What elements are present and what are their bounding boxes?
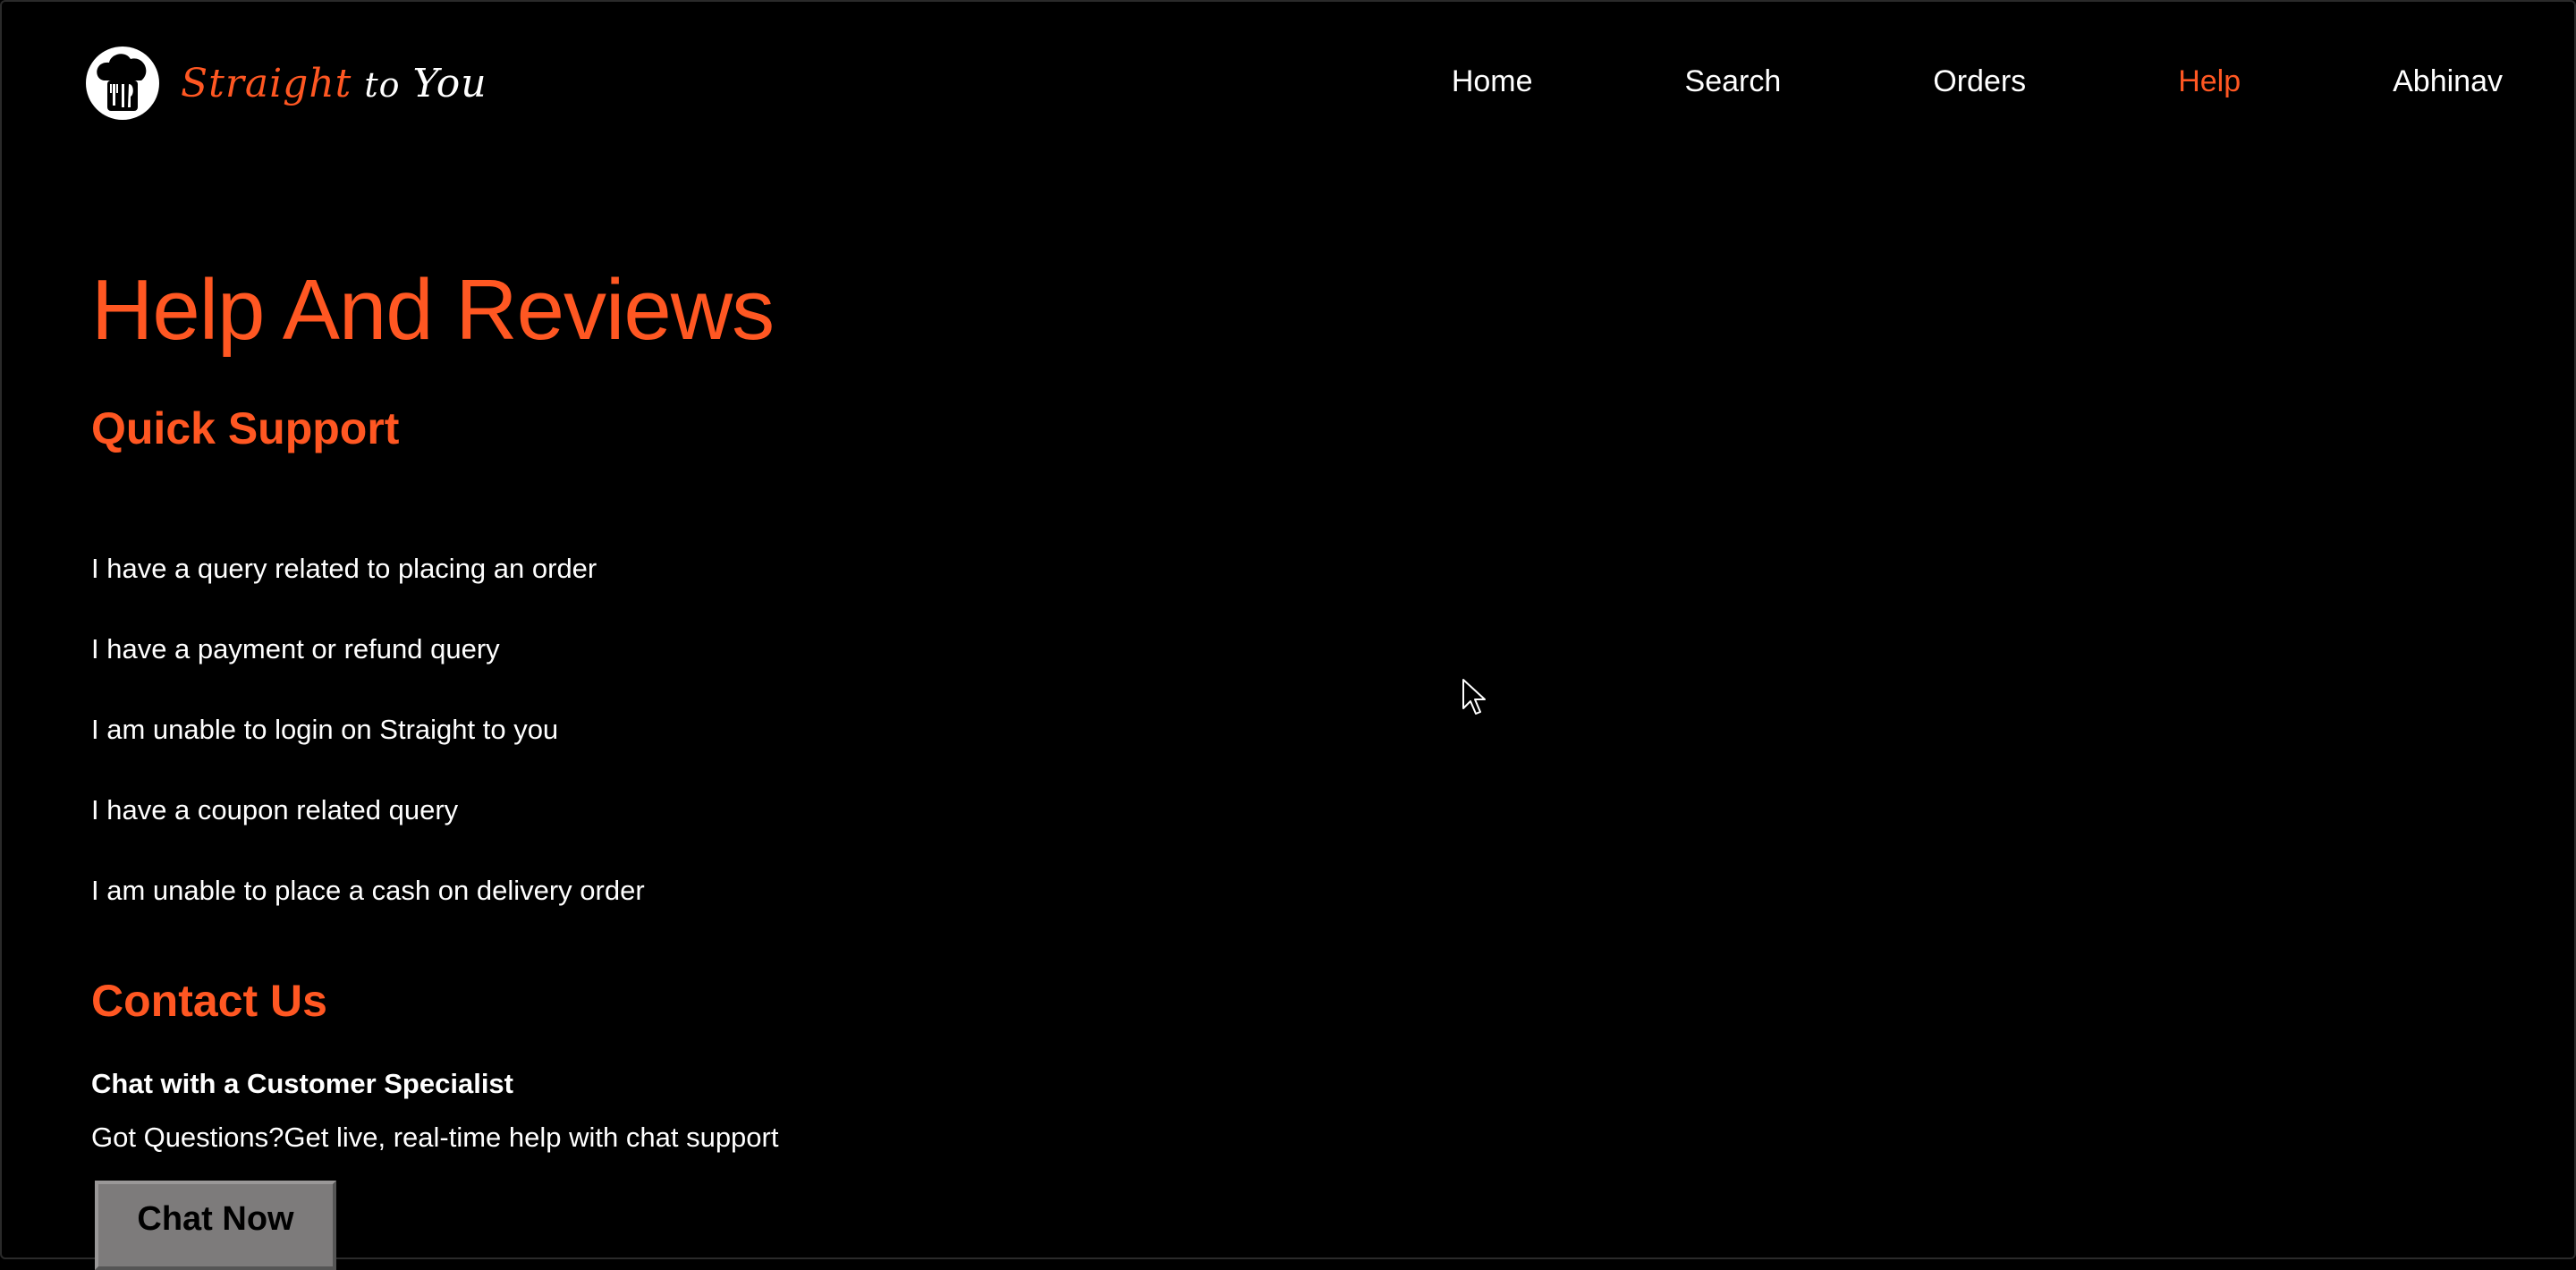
nav-home[interactable]: Home <box>1452 64 1533 99</box>
quick-support-list: I have a query related to placing an ord… <box>91 553 645 955</box>
top-nav: Home Search Orders Help Abhinav <box>1452 64 2503 99</box>
support-item-coupon[interactable]: I have a coupon related query <box>91 794 645 875</box>
support-item-cash-on-delivery[interactable]: I am unable to place a cash on delivery … <box>91 875 645 955</box>
nav-user-profile[interactable]: Abhinav <box>2393 64 2503 99</box>
nav-help[interactable]: Help <box>2178 64 2241 99</box>
nav-orders[interactable]: Orders <box>1933 64 2026 99</box>
brand-name: Straight to You <box>181 61 487 106</box>
nav-search[interactable]: Search <box>1685 64 1782 99</box>
chef-hat-utensils-icon <box>86 47 159 120</box>
contact-us-heading: Contact Us <box>91 976 327 1026</box>
brand-word-2: to <box>364 64 401 105</box>
support-item-payment-refund[interactable]: I have a payment or refund query <box>91 633 645 714</box>
page-title: Help And Reviews <box>91 262 775 358</box>
support-item-login[interactable]: I am unable to login on Straight to you <box>91 714 645 794</box>
chat-now-button[interactable]: Chat Now <box>95 1181 336 1270</box>
app-window: Straight to You Home Search Orders Help Ab… <box>0 0 2576 1270</box>
chat-specialist-description: Got Questions?Get live, real-time help w… <box>91 1122 779 1153</box>
mouse-pointer-icon <box>1462 679 1486 715</box>
brand-word-3: You <box>412 60 487 106</box>
chat-specialist-title: Chat with a Customer Specialist <box>91 1068 513 1099</box>
brand-word-1: Straight <box>181 60 352 106</box>
support-item-placing-order[interactable]: I have a query related to placing an ord… <box>91 553 645 633</box>
quick-support-heading: Quick Support <box>91 403 400 453</box>
brand-logo[interactable]: Straight to You <box>84 45 487 122</box>
